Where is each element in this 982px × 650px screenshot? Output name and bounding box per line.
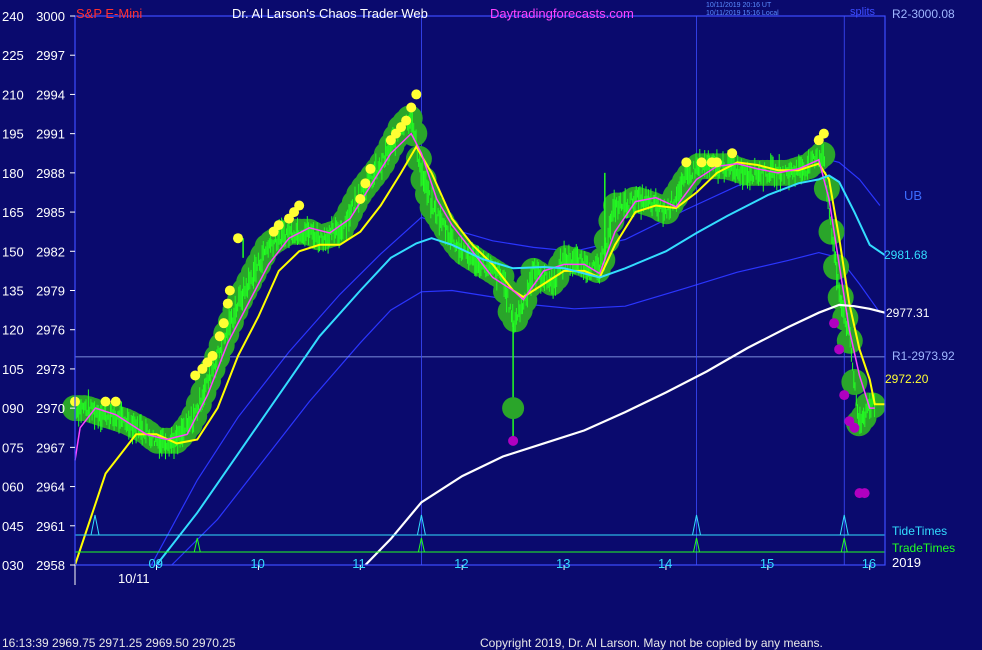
y-tick-price: 2976 <box>36 323 65 338</box>
y-tick-angle: 090 <box>2 401 24 416</box>
magenta-dot <box>508 435 519 446</box>
yellow-dot <box>222 298 233 309</box>
yellow-dot <box>224 285 235 296</box>
cyan-level-label: 2981.68 <box>884 248 928 262</box>
y-tick-angle: 060 <box>2 480 24 495</box>
envelope-band-3 <box>150 156 881 566</box>
yellow-dot <box>818 128 829 139</box>
y-tick-price: 2973 <box>36 362 65 377</box>
yellow-dot <box>355 194 366 204</box>
tide-times-label: TideTimes <box>892 524 947 538</box>
magenta-dot <box>849 422 860 433</box>
halo-blob-marker <box>502 397 525 420</box>
r1-label: R1-2973.92 <box>892 349 955 363</box>
y-tick-price: 2991 <box>36 127 65 142</box>
yellow-dot <box>360 178 371 189</box>
y-tick-price: 2994 <box>36 87 65 102</box>
x-tick-label: 16 <box>862 556 876 571</box>
x-tick-label: 11 <box>352 556 366 571</box>
yellow-dot <box>294 200 305 211</box>
symbol-label: S&P E-Mini <box>76 6 142 21</box>
y-tick-angle: 135 <box>2 284 24 299</box>
trade-time-peak <box>193 537 201 553</box>
y-tick-price: 2958 <box>36 558 65 573</box>
y-tick-price: 2961 <box>36 519 65 534</box>
x-tick-label: 09 <box>149 556 163 571</box>
magenta-dot <box>834 344 845 355</box>
y-tick-price: 2970 <box>36 401 65 416</box>
magenta-dot <box>839 390 850 401</box>
y-tick-price: 2979 <box>36 284 65 299</box>
x-tick-label: 12 <box>454 556 468 571</box>
y-tick-angle: 195 <box>2 127 24 142</box>
y-tick-angle: 225 <box>2 48 24 63</box>
yellow-dot <box>681 157 692 168</box>
y-tick-price: 2985 <box>36 205 65 220</box>
y-tick-angle: 165 <box>2 205 24 220</box>
price-halo <box>62 105 886 454</box>
x-tick-label: 14 <box>658 556 672 571</box>
y-tick-price: 2982 <box>36 244 65 259</box>
envelope-bands <box>74 16 885 566</box>
y-tick-angle: 180 <box>2 166 24 181</box>
yellow-dot <box>218 318 229 329</box>
yellow-dot <box>411 89 422 100</box>
y-tick-price: 2967 <box>36 440 65 455</box>
y-tick-angle: 030 <box>2 558 24 573</box>
y-tick-angle: 120 <box>2 323 24 338</box>
y-tick-price: 2997 <box>36 48 65 63</box>
yellow-dot <box>233 233 244 244</box>
y-tick-angle: 105 <box>2 362 24 377</box>
yellow-dot <box>207 350 218 361</box>
y-tick-angle: 150 <box>2 244 24 259</box>
magenta-dot <box>829 318 840 329</box>
white-level-label: 2977.31 <box>886 306 930 320</box>
chart-title: Dr. Al Larson's Chaos Trader Web <box>232 6 428 21</box>
yellow-dot <box>696 157 707 168</box>
yellow-average-line <box>74 144 885 566</box>
site-label: Daytradingforecasts.com <box>490 6 634 21</box>
date-label: 10/11 <box>118 571 150 586</box>
yellow-dot <box>406 102 417 113</box>
yellow-dot <box>401 115 412 126</box>
yellow-dot <box>110 396 121 407</box>
magenta-dot <box>859 488 870 499</box>
chart-labels: S&P E-Mini Dr. Al Larson's Chaos Trader W… <box>76 2 955 555</box>
y-tick-angle: 045 <box>2 519 24 534</box>
timestamp-local: 10/11/2019 15:16 Local <box>706 10 779 17</box>
year-label: 2019 <box>892 555 921 570</box>
yellow-dot <box>711 157 722 168</box>
y-tick-angle: 210 <box>2 87 24 102</box>
copyright-notice: Copyright 2019, Dr. Al Larson. May not b… <box>480 636 823 650</box>
tide-time-peak <box>90 514 100 536</box>
y-tick-price: 2964 <box>36 480 65 495</box>
y-tick-price: 2988 <box>36 166 65 181</box>
white-trend-line <box>364 303 886 566</box>
yellow-dot <box>214 331 225 342</box>
r2-label: R2-3000.08 <box>892 7 955 21</box>
indicator-lines <box>74 132 886 566</box>
yellow-dot <box>365 163 376 174</box>
x-tick-label: 15 <box>760 556 774 571</box>
timestamp-ut: 10/11/2019 20:16 UT <box>706 2 772 9</box>
yellow-dot <box>727 148 738 159</box>
x-tick-label: 10 <box>250 556 264 571</box>
yellow-dot <box>273 220 284 231</box>
x-tick-label: 13 <box>556 556 570 571</box>
yellow-level-label: 2972.20 <box>885 372 929 386</box>
axes: 3000 240 2997 225 2994 210 2991 195 2988 180 2985 1… <box>2 9 921 586</box>
corner-label: splits <box>850 6 876 18</box>
y-tick-angle: 240 <box>2 9 24 24</box>
y-tick-angle: 075 <box>2 440 24 455</box>
price-status: 16:13:39 2969.75 2971.25 2969.50 2970.25 <box>2 636 236 650</box>
ub-label: UB <box>904 188 922 203</box>
chaos-trader-chart: 3000 240 2997 225 2994 210 2991 195 2988 180 2985 1… <box>2 2 955 586</box>
trade-times-label: TradeTimes <box>892 541 955 555</box>
y-tick-price: 3000 <box>36 9 65 24</box>
yellow-dot <box>100 396 111 407</box>
